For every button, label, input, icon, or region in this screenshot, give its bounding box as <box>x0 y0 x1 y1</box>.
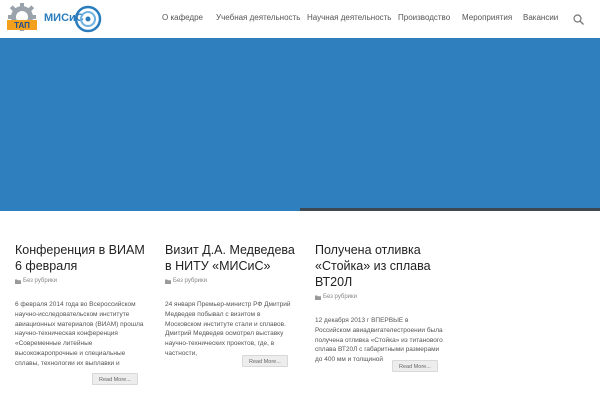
nav-item-vacancies[interactable]: Вакансии <box>523 13 558 22</box>
hero-slider[interactable] <box>0 38 600 211</box>
nav-item-education[interactable]: Учебная деятельность <box>216 13 300 22</box>
nav-item-research[interactable]: Научная деятельность <box>307 13 391 22</box>
search-icon[interactable] <box>573 14 584 25</box>
post-excerpt: 12 декабря 2013 г ВПЕРВЫЕ в Российском а… <box>315 317 443 364</box>
read-more-button[interactable]: Read More... <box>92 373 138 385</box>
post-meta: Без рубрики <box>15 278 145 284</box>
read-more-button[interactable]: Read More... <box>242 355 288 367</box>
nav-item-production[interactable]: Производство <box>398 13 450 22</box>
post-card: Конференция в ВИАМ 6 февраля Без рубрики… <box>15 242 145 369</box>
post-card: Получена отливка «Стойка» из сплава ВТ20… <box>315 242 445 365</box>
post-category[interactable]: Без рубрики <box>323 294 357 300</box>
post-title[interactable]: Получена отливка «Стойка» из сплава ВТ20… <box>315 242 445 290</box>
post-title[interactable]: Конференция в ВИАМ 6 февраля <box>15 242 145 274</box>
site-header: ТАП МИСиС О кафедре Учебная деятельность… <box>0 0 600 38</box>
svg-text:ТАП: ТАП <box>14 21 30 30</box>
misis-ring-icon <box>74 5 102 33</box>
post-category[interactable]: Без рубрики <box>23 278 57 284</box>
folder-icon <box>315 295 321 300</box>
folder-icon <box>165 279 171 284</box>
folder-icon <box>15 279 21 284</box>
post-meta: Без рубрики <box>165 278 295 284</box>
post-excerpt: 24 января Премьер-министр РФ Дмитрий Мед… <box>165 301 291 357</box>
nav-item-about[interactable]: О кафедре <box>162 13 203 22</box>
site-logo[interactable]: ТАП МИСиС <box>6 3 102 35</box>
nav-item-events[interactable]: Мероприятия <box>462 13 512 22</box>
slider-progress-bar <box>300 208 600 211</box>
post-card: Визит Д.А. Медведева в НИТУ «МИСиС» Без … <box>165 242 295 359</box>
post-category[interactable]: Без рубрики <box>173 278 207 284</box>
gear-logo-icon: ТАП <box>7 3 37 31</box>
post-excerpt: 6 февраля 2014 года во Всероссийском нау… <box>15 301 144 367</box>
post-meta: Без рубрики <box>315 294 445 300</box>
post-title[interactable]: Визит Д.А. Медведева в НИТУ «МИСиС» <box>165 242 295 274</box>
read-more-button[interactable]: Read More... <box>392 360 438 372</box>
